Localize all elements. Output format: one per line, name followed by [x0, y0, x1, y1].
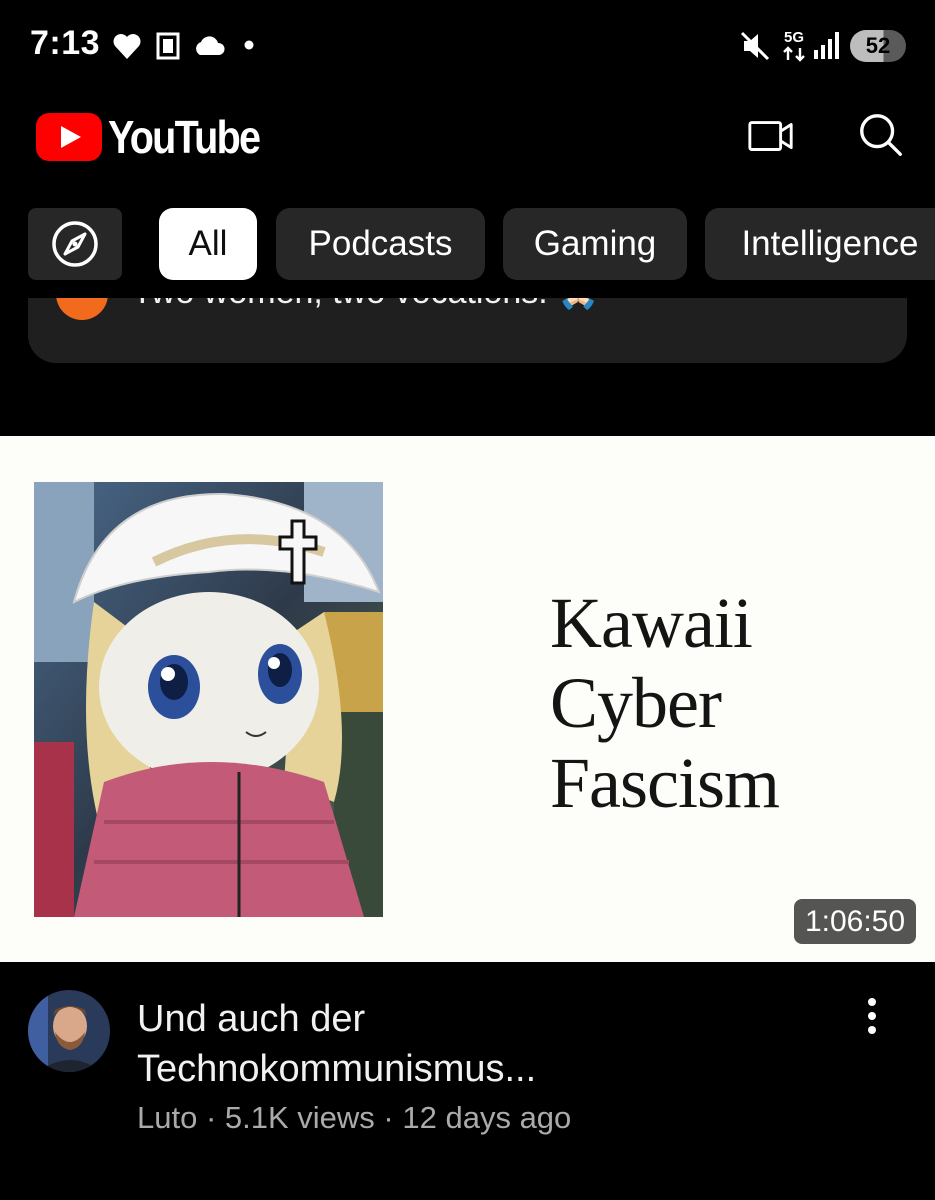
video-title[interactable]: Und auch der Technokommunismus... [137, 994, 797, 1094]
upload-age: 12 days ago [402, 1100, 572, 1135]
5g-label: 5G [784, 29, 804, 46]
dot-icon [244, 40, 254, 50]
explore-button[interactable] [28, 208, 122, 280]
chip-podcasts[interactable]: Podcasts [276, 208, 485, 280]
anime-character-artwork [34, 482, 383, 917]
5g-icon: 5G [783, 29, 805, 62]
thumbnail-title-line: Fascism [550, 743, 780, 823]
video-title-line: Technokommunismus... [137, 1048, 537, 1090]
chip-gaming[interactable]: Gaming [503, 208, 687, 280]
brand-name: YouTube [108, 111, 261, 163]
signal-icon [814, 32, 839, 59]
more-options-icon[interactable] [852, 996, 892, 1040]
compass-icon [52, 221, 98, 267]
play-logo-icon [36, 113, 102, 161]
video-title-line: Und auch der [137, 998, 366, 1040]
meta-separator: · [197, 1100, 225, 1135]
battery-indicator: 52 [850, 30, 906, 62]
category-chip-bar: All Podcasts Gaming Intelligence [0, 208, 935, 282]
status-bar: 7:13 5G 52 [0, 0, 935, 92]
kindle-notification-icon [156, 32, 180, 60]
view-count: 5.1K views [224, 1100, 375, 1135]
cloud-icon [196, 36, 225, 55]
duration-badge: 1:06:50 [794, 899, 916, 944]
thumbnail-title: Kawaii Cyber Fascism [550, 583, 780, 823]
heart-icon [113, 34, 141, 59]
channel-name[interactable]: Luto [137, 1100, 197, 1135]
chip-intelligence[interactable]: Intelligence [705, 208, 935, 280]
mute-icon [740, 31, 770, 61]
thumbnail-title-line: Kawaii [550, 583, 753, 663]
search-icon[interactable] [856, 110, 906, 160]
youtube-logo[interactable]: YouTube [36, 110, 284, 164]
channel-avatar[interactable] [28, 990, 110, 1072]
clock: 7:13 [30, 24, 101, 62]
meta-separator: · [374, 1100, 403, 1135]
chip-all[interactable]: All [159, 208, 257, 280]
cast-icon[interactable] [746, 112, 796, 162]
thumbnail-title-line: Cyber [550, 663, 722, 743]
video-metadata: Luto · 5.1K views · 12 days ago [137, 1100, 571, 1136]
